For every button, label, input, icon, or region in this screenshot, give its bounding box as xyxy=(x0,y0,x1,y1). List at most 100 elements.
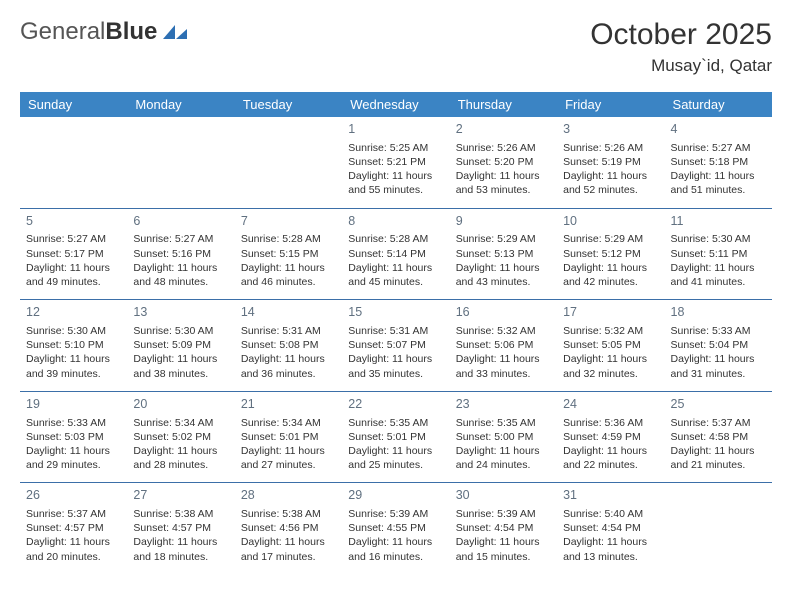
day-number: 23 xyxy=(456,396,551,413)
sunset-line: Sunset: 5:18 PM xyxy=(671,155,766,169)
sunset-line: Sunset: 4:57 PM xyxy=(26,521,121,535)
day-number: 21 xyxy=(241,396,336,413)
day-cell: 21Sunrise: 5:34 AMSunset: 5:01 PMDayligh… xyxy=(235,391,342,483)
sunrise-line: Sunrise: 5:31 AM xyxy=(241,324,336,338)
daylight-line: Daylight: 11 hours and 15 minutes. xyxy=(456,535,551,563)
day-number: 20 xyxy=(133,396,228,413)
sunrise-line: Sunrise: 5:40 AM xyxy=(563,507,658,521)
sunset-line: Sunset: 5:06 PM xyxy=(456,338,551,352)
sunset-line: Sunset: 5:05 PM xyxy=(563,338,658,352)
day-number: 13 xyxy=(133,304,228,321)
daylight-line: Daylight: 11 hours and 55 minutes. xyxy=(348,169,443,197)
day-cell: 24 Sunrise: 5:36 AMSunset: 4:59 PMDayligh… xyxy=(557,391,664,483)
daylight-line: Daylight: 11 hours and 51 minutes. xyxy=(671,169,766,197)
day-cell: 13Sunrise: 5:30 AMSunset: 5:09 PMDayligh… xyxy=(127,300,234,392)
page-title: October 2025 xyxy=(590,18,772,52)
daylight-line: Daylight: 11 hours and 20 minutes. xyxy=(26,535,121,563)
sunrise-line: Sunrise: 5:39 AM xyxy=(456,507,551,521)
day-number: 15 xyxy=(348,304,443,321)
daylight-line: Daylight: 11 hours and 27 minutes. xyxy=(241,444,336,472)
daylight-line: Daylight: 11 hours and 49 minutes. xyxy=(26,261,121,289)
sunrise-line: Sunrise: 5:26 AM xyxy=(456,141,551,155)
sunrise-line: Sunrise: 5:38 AM xyxy=(133,507,228,521)
sunrise-line: Sunrise: 5:37 AM xyxy=(26,507,121,521)
sunrise-line: Sunrise: 5:35 AM xyxy=(456,416,551,430)
logo-text: GeneralBlue xyxy=(20,18,157,46)
day-cell-empty xyxy=(235,117,342,208)
sail-icon xyxy=(161,23,189,41)
sunset-line: Sunset: 5:17 PM xyxy=(26,247,121,261)
calendar-grid: SundayMondayTuesdayWednesdayThursdayFrid… xyxy=(20,92,772,574)
daylight-line: Daylight: 11 hours and 48 minutes. xyxy=(133,261,228,289)
daylight-line: Daylight: 11 hours and 18 minutes. xyxy=(133,535,228,563)
day-number: 12 xyxy=(26,304,121,321)
day-header: Sunday xyxy=(20,92,127,117)
day-number: 7 xyxy=(241,213,336,230)
daylight-line: Daylight: 11 hours and 42 minutes. xyxy=(563,261,658,289)
sunrise-line: Sunrise: 5:25 AM xyxy=(348,141,443,155)
day-number: 1 xyxy=(348,121,443,138)
daylight-line: Daylight: 11 hours and 21 minutes. xyxy=(671,444,766,472)
sunset-line: Sunset: 4:55 PM xyxy=(348,521,443,535)
daylight-line: Daylight: 11 hours and 35 minutes. xyxy=(348,352,443,380)
title-block: October 2025 Musay`id, Qatar xyxy=(590,18,772,76)
sunrise-line: Sunrise: 5:27 AM xyxy=(133,232,228,246)
day-cell: 1 Sunrise: 5:25 AMSunset: 5:21 PMDaylight… xyxy=(342,117,449,208)
day-cell: 5Sunrise: 5:27 AMSunset: 5:17 PMDaylight… xyxy=(20,208,127,300)
day-cell: 6Sunrise: 5:27 AMSunset: 5:16 PMDaylight… xyxy=(127,208,234,300)
day-cell: 25Sunrise: 5:37 AMSunset: 4:58 PMDayligh… xyxy=(665,391,772,483)
sunset-line: Sunset: 5:01 PM xyxy=(348,430,443,444)
sunset-line: Sunset: 5:11 PM xyxy=(671,247,766,261)
day-number: 26 xyxy=(26,487,121,504)
sunrise-line: Sunrise: 5:37 AM xyxy=(671,416,766,430)
day-cell: 7Sunrise: 5:28 AMSunset: 5:15 PMDaylight… xyxy=(235,208,342,300)
day-number: 5 xyxy=(26,213,121,230)
day-cell: 11Sunrise: 5:30 AMSunset: 5:11 PMDayligh… xyxy=(665,208,772,300)
day-number: 29 xyxy=(348,487,443,504)
day-number: 25 xyxy=(671,396,766,413)
logo-word2: Blue xyxy=(105,18,157,45)
daylight-line: Daylight: 11 hours and 32 minutes. xyxy=(563,352,658,380)
day-cell: 14Sunrise: 5:31 AMSunset: 5:08 PMDayligh… xyxy=(235,300,342,392)
day-cell: 22Sunrise: 5:35 AMSunset: 5:01 PMDayligh… xyxy=(342,391,449,483)
day-number: 3 xyxy=(563,121,658,138)
sunset-line: Sunset: 5:21 PM xyxy=(348,155,443,169)
day-number: 24 xyxy=(563,396,658,413)
sunrise-line: Sunrise: 5:28 AM xyxy=(348,232,443,246)
calendar-row: 19Sunrise: 5:33 AMSunset: 5:03 PMDayligh… xyxy=(20,391,772,483)
sunrise-line: Sunrise: 5:34 AM xyxy=(241,416,336,430)
sunrise-line: Sunrise: 5:36 AM xyxy=(563,416,658,430)
day-number: 27 xyxy=(133,487,228,504)
sunrise-line: Sunrise: 5:33 AM xyxy=(671,324,766,338)
day-cell: 9Sunrise: 5:29 AMSunset: 5:13 PMDaylight… xyxy=(450,208,557,300)
day-number: 30 xyxy=(456,487,551,504)
day-number: 19 xyxy=(26,396,121,413)
location-label: Musay`id, Qatar xyxy=(590,56,772,76)
sunset-line: Sunset: 4:59 PM xyxy=(563,430,658,444)
sunset-line: Sunset: 5:03 PM xyxy=(26,430,121,444)
day-cell: 4Sunrise: 5:27 AMSunset: 5:18 PMDaylight… xyxy=(665,117,772,208)
sunset-line: Sunset: 5:09 PM xyxy=(133,338,228,352)
calendar-row: 12Sunrise: 5:30 AMSunset: 5:10 PMDayligh… xyxy=(20,300,772,392)
day-number: 11 xyxy=(671,213,766,230)
daylight-line: Daylight: 11 hours and 53 minutes. xyxy=(456,169,551,197)
sunrise-line: Sunrise: 5:30 AM xyxy=(26,324,121,338)
day-cell: 26 Sunrise: 5:37 AMSunset: 4:57 PMDayligh… xyxy=(20,483,127,574)
daylight-line: Daylight: 11 hours and 46 minutes. xyxy=(241,261,336,289)
daylight-line: Daylight: 11 hours and 43 minutes. xyxy=(456,261,551,289)
day-cell: 16Sunrise: 5:32 AMSunset: 5:06 PMDayligh… xyxy=(450,300,557,392)
day-cell: 10Sunrise: 5:29 AMSunset: 5:12 PMDayligh… xyxy=(557,208,664,300)
daylight-line: Daylight: 11 hours and 52 minutes. xyxy=(563,169,658,197)
sunset-line: Sunset: 5:20 PM xyxy=(456,155,551,169)
calendar-row: 1Sunrise: 5:25 AMSunset: 5:21 PMDaylight… xyxy=(20,117,772,208)
sunset-line: Sunset: 4:54 PM xyxy=(456,521,551,535)
sunrise-line: Sunrise: 5:29 AM xyxy=(563,232,658,246)
daylight-line: Daylight: 11 hours and 45 minutes. xyxy=(348,261,443,289)
day-header: Friday xyxy=(557,92,664,117)
day-cell: 2Sunrise: 5:26 AMSunset: 5:20 PMDaylight… xyxy=(450,117,557,208)
day-number: 18 xyxy=(671,304,766,321)
daylight-line: Daylight: 11 hours and 13 minutes. xyxy=(563,535,658,563)
day-cell: 12Sunrise: 5:30 AMSunset: 5:10 PMDayligh… xyxy=(20,300,127,392)
daylight-line: Daylight: 11 hours and 22 minutes. xyxy=(563,444,658,472)
daylight-line: Daylight: 11 hours and 31 minutes. xyxy=(671,352,766,380)
